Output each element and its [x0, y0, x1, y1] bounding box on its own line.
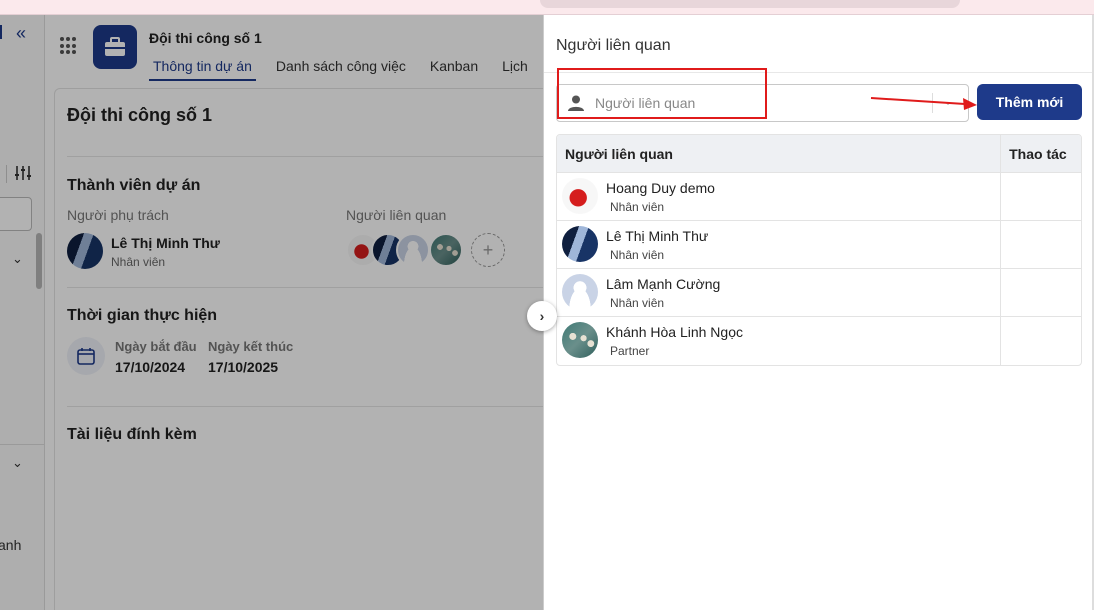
building-avatar	[562, 226, 598, 262]
person-role: Nhân viên	[610, 296, 665, 310]
column-header-actions: Thao tác	[1009, 146, 1067, 162]
browser-tab-pill	[540, 0, 960, 8]
actions-cell	[1001, 221, 1081, 268]
person-role: Nhân viên	[610, 248, 665, 262]
person-cell: Lê Thị Minh Thư Nhân viên	[557, 221, 1002, 268]
modal-backdrop[interactable]	[0, 15, 543, 610]
annotation-arrow-icon	[870, 97, 977, 110]
rose-avatar	[562, 178, 598, 214]
column-header-person: Người liên quan	[557, 135, 1002, 172]
person-role: Partner	[610, 344, 650, 358]
actions-cell	[1001, 173, 1081, 220]
browser-top-strip	[0, 0, 1094, 15]
annotation-highlight-box	[557, 68, 767, 119]
related-people-table: Người liên quan Thao tác Hoang Duy demo …	[556, 134, 1082, 366]
table-row: Khánh Hòa Linh Ngọc Partner	[557, 317, 1081, 365]
person-cell: Lâm Mạnh Cường Nhân viên	[557, 269, 1002, 316]
chevron-right-icon[interactable]: ›	[527, 301, 557, 331]
add-new-button[interactable]: Thêm mới	[977, 84, 1082, 120]
person-name: Hoang Duy demo	[606, 180, 715, 196]
drawer-title: Người liên quan	[556, 37, 671, 54]
actions-cell	[1001, 317, 1081, 365]
related-people-drawer: Người liên quan ⌄ Thêm mới Người liên qu…	[543, 15, 1094, 610]
table-row: Lê Thị Minh Thư Nhân viên	[557, 221, 1081, 269]
person-cell: Khánh Hòa Linh Ngọc Partner	[557, 317, 1002, 365]
table-header: Người liên quan Thao tác	[557, 135, 1081, 173]
person-name: Lê Thị Minh Thư	[606, 228, 709, 244]
actions-cell	[1001, 269, 1081, 316]
person-name: Lâm Mạnh Cường	[606, 276, 721, 292]
table-row: Hoang Duy demo Nhân viên	[557, 173, 1081, 221]
person-cell: Hoang Duy demo Nhân viên	[557, 173, 1002, 220]
person-role: Nhân viên	[610, 200, 665, 214]
crowd-avatar	[562, 322, 598, 358]
default-avatar	[562, 274, 598, 310]
person-name: Khánh Hòa Linh Ngọc	[606, 324, 743, 340]
table-row: Lâm Mạnh Cường Nhân viên	[557, 269, 1081, 317]
